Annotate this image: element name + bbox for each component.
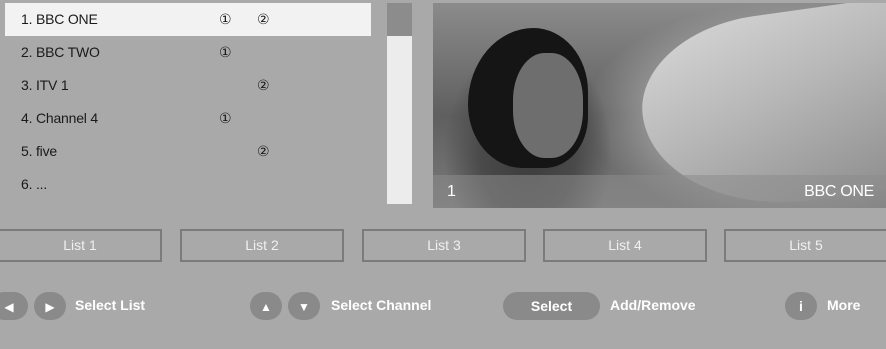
preview-caption: 1 BBC ONE	[433, 175, 886, 208]
channel-name: 3. ITV 1	[21, 77, 69, 93]
help-more: i More	[785, 292, 885, 320]
channel-name: 1. BBC ONE	[21, 11, 98, 27]
list1-marker: ①	[219, 44, 232, 60]
list1-marker: ①	[219, 11, 232, 27]
help-select-list: ◀ ▶ Select List	[0, 292, 180, 320]
add-remove-label: Add/Remove	[610, 297, 696, 313]
channel-row-3[interactable]: 3. ITV 1 ②	[5, 69, 371, 102]
help-select-channel: ▲ ▼ Select Channel	[250, 292, 470, 320]
channel-row-2[interactable]: 2. BBC TWO ①	[5, 36, 371, 69]
channel-name: 2. BBC TWO	[21, 44, 100, 60]
list1-marker: ①	[219, 110, 232, 126]
channel-row-4[interactable]: 4. Channel 4 ①	[5, 102, 371, 135]
info-icon: i	[785, 292, 817, 320]
tab-list-2[interactable]: List 2	[180, 229, 344, 262]
select-list-label: Select List	[75, 297, 146, 313]
right-arrow-icon: ▶	[34, 292, 66, 320]
channel-list: 1. BBC ONE ① ② 2. BBC TWO ① 3. ITV 1 ② 4…	[0, 0, 372, 208]
help-add-remove: Select Add/Remove	[503, 292, 723, 320]
preview-channel-number: 1	[447, 183, 456, 200]
channel-name: 4. Channel 4	[21, 110, 98, 126]
tab-list-1[interactable]: List 1	[0, 229, 162, 262]
tab-list-4[interactable]: List 4	[543, 229, 707, 262]
down-arrow-icon: ▼	[288, 292, 320, 320]
channel-row-5[interactable]: 5. five ②	[5, 135, 371, 168]
tab-list-3[interactable]: List 3	[362, 229, 526, 262]
list2-marker: ②	[257, 77, 270, 93]
channel-row-1[interactable]: 1. BBC ONE ① ②	[5, 3, 371, 36]
channel-preview: 1 BBC ONE	[433, 3, 886, 208]
more-label: More	[827, 297, 861, 313]
preview-image-face	[513, 53, 583, 158]
preview-channel-name: BBC ONE	[804, 183, 874, 200]
up-arrow-icon: ▲	[250, 292, 282, 320]
list2-marker: ②	[257, 143, 270, 159]
channel-name: 5. five	[21, 143, 57, 159]
channel-name: 6. ...	[21, 176, 48, 192]
scroll-thumb[interactable]	[387, 3, 412, 36]
select-channel-label: Select Channel	[331, 297, 432, 313]
select-key-icon: Select	[503, 292, 600, 320]
channel-row-6[interactable]: 6. ...	[5, 168, 371, 201]
tab-list-5[interactable]: List 5	[724, 229, 886, 262]
left-arrow-icon: ◀	[0, 292, 28, 320]
list2-marker: ②	[257, 11, 270, 27]
scrollbar[interactable]	[387, 3, 412, 204]
